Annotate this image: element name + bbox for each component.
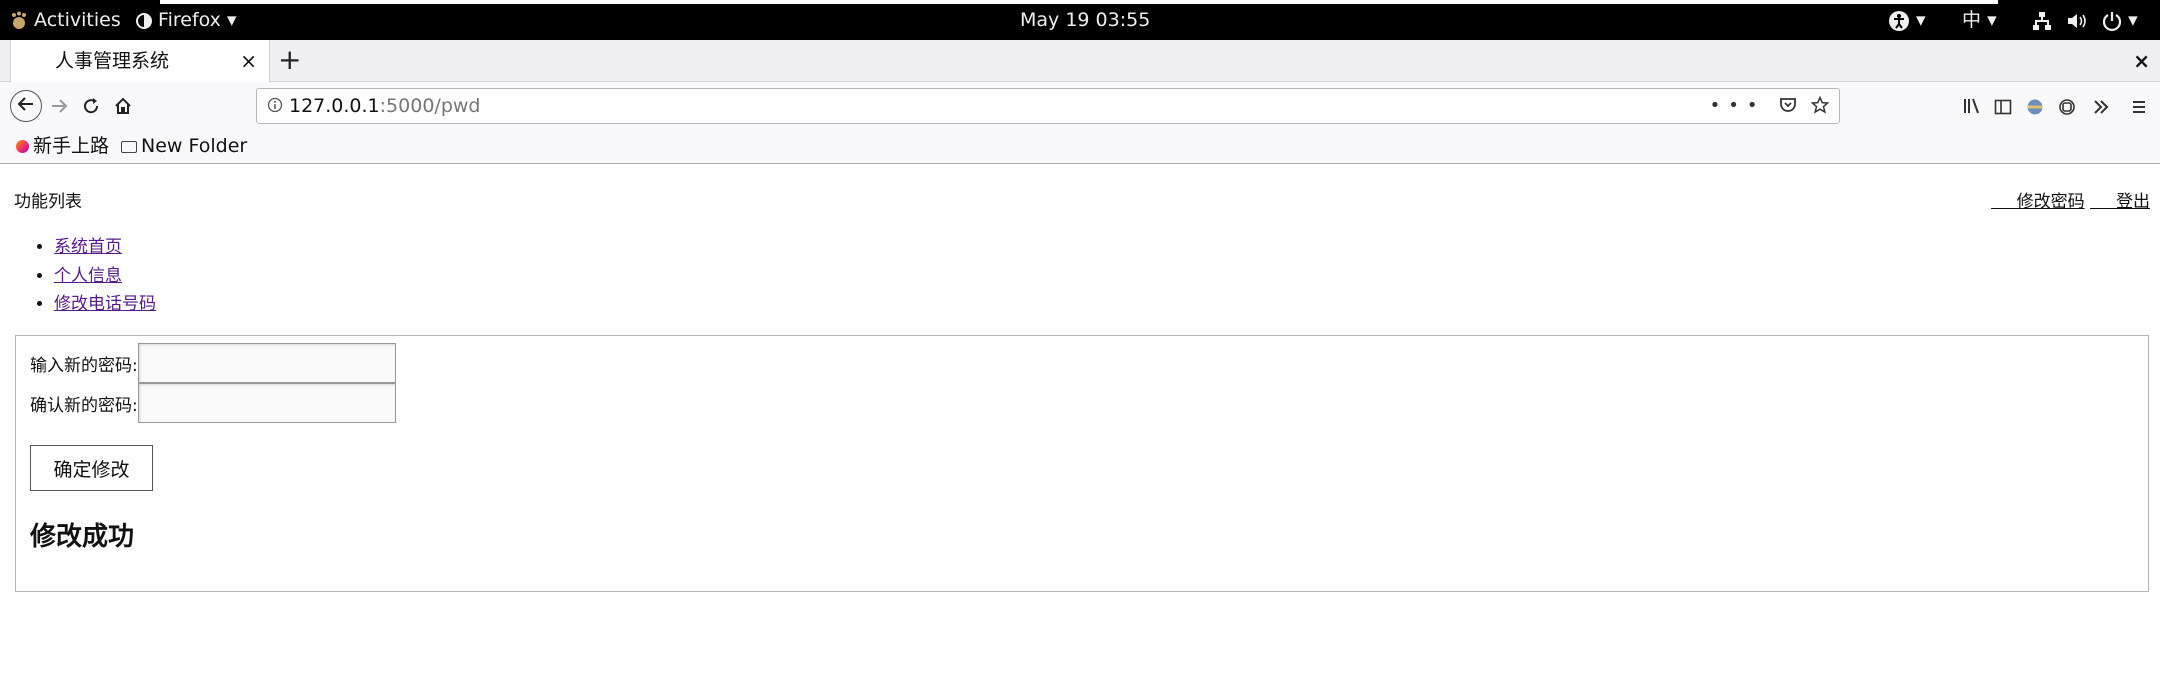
network-icon bbox=[2033, 11, 2051, 30]
link-spacer bbox=[2090, 195, 2116, 209]
bookmark-star-icon[interactable] bbox=[1810, 95, 1830, 114]
new-password-field[interactable] bbox=[137, 343, 396, 383]
activities-button[interactable]: Activities bbox=[10, 0, 121, 40]
confirm-password-row: 确认新的密码: bbox=[30, 383, 396, 423]
page-content: 功能列表 修改密码 登出 系统首页 个人信息 修改电话号码 输入新的密码: 确认… bbox=[0, 165, 2160, 683]
logout-link[interactable]: 登出 bbox=[2116, 192, 2150, 212]
accessibility-menu[interactable]: ▾ bbox=[1888, 0, 1926, 40]
volume-icon bbox=[2068, 13, 2086, 28]
menu-item: 修改电话号码 bbox=[54, 290, 156, 319]
result-message: 修改成功 bbox=[30, 522, 135, 552]
bookmarks-toolbar: 新手上路 New Folder bbox=[0, 130, 2160, 164]
new-password-label: 输入新的密码: bbox=[30, 355, 138, 376]
menu-item: 个人信息 bbox=[54, 262, 156, 291]
url-path: :5000/pwd bbox=[379, 95, 481, 117]
new-password-row: 输入新的密码: bbox=[30, 343, 396, 383]
confirm-password-field[interactable] bbox=[137, 383, 396, 423]
sidebar-icon[interactable] bbox=[1994, 91, 2012, 121]
tab-title: 人事管理系统 bbox=[55, 50, 170, 72]
change-password-link[interactable]: 修改密码 bbox=[2017, 192, 2085, 212]
confirm-password-label: 确认新的密码: bbox=[30, 395, 138, 416]
firefox-app-icon bbox=[136, 12, 152, 29]
function-list-title: 功能列表 bbox=[14, 192, 82, 212]
chevron-down-icon: ▾ bbox=[1987, 9, 1997, 31]
close-tab-icon[interactable]: × bbox=[240, 40, 257, 82]
folder-icon bbox=[121, 141, 137, 153]
function-menu: 系统首页 个人信息 修改电话号码 bbox=[14, 233, 156, 319]
gnome-foot-icon bbox=[12, 11, 26, 29]
overflow-menu-icon[interactable] bbox=[2092, 91, 2110, 121]
app-menu-label: Firefox bbox=[158, 9, 221, 31]
close-window-icon[interactable]: × bbox=[2133, 40, 2150, 82]
menu-link-home[interactable]: 系统首页 bbox=[54, 237, 122, 257]
container-icon[interactable] bbox=[2058, 91, 2076, 121]
confirm-change-button[interactable]: 确定修改 bbox=[30, 445, 153, 491]
url-host: 127.0.0.1 bbox=[289, 95, 380, 117]
browser-tab-bar: 人事管理系统 × + × bbox=[0, 40, 2160, 82]
app-menu[interactable]: Firefox ▾ bbox=[136, 0, 237, 40]
menu-link-change-phone[interactable]: 修改电话号码 bbox=[54, 294, 156, 314]
activities-label: Activities bbox=[34, 9, 121, 31]
input-method-label: 中 bbox=[1962, 9, 1982, 31]
bookmark-new-folder[interactable]: New Folder bbox=[121, 130, 247, 164]
browser-tab-active[interactable]: 人事管理系统 × bbox=[10, 40, 270, 82]
reload-icon[interactable] bbox=[76, 91, 106, 121]
page-actions-icon[interactable]: ••• bbox=[1710, 95, 1766, 116]
menu-link-profile[interactable]: 个人信息 bbox=[54, 266, 122, 286]
system-top-bar: Activities Firefox ▾ May 19 03:55 ▾ 中 ▾ … bbox=[0, 0, 2160, 40]
input-method-menu[interactable]: 中 ▾ bbox=[1962, 0, 1997, 40]
bookmark-label: New Folder bbox=[141, 135, 248, 157]
pocket-icon[interactable] bbox=[1779, 96, 1797, 114]
bookmark-getting-started[interactable]: 新手上路 bbox=[16, 130, 109, 164]
browser-navigation-bar: 127.0.0.1:5000/pwd ••• bbox=[0, 82, 2160, 130]
accessibility-icon bbox=[1889, 10, 1909, 31]
menu-item: 系统首页 bbox=[54, 233, 156, 262]
link-spacer bbox=[1990, 195, 2017, 209]
chevron-down-icon: ▾ bbox=[2128, 9, 2138, 31]
site-info-icon[interactable] bbox=[267, 89, 283, 123]
hamburger-menu-icon[interactable] bbox=[2130, 91, 2148, 121]
new-tab-button[interactable]: + bbox=[278, 40, 301, 82]
chevron-down-icon: ▾ bbox=[226, 9, 237, 31]
clock[interactable]: May 19 03:55 bbox=[1020, 0, 1150, 40]
extension-globe-icon[interactable] bbox=[2026, 91, 2044, 121]
url-bar[interactable]: 127.0.0.1:5000/pwd ••• bbox=[256, 88, 1840, 124]
forward-arrow-icon[interactable] bbox=[44, 91, 74, 121]
back-arrow-icon[interactable] bbox=[10, 90, 42, 122]
bookmark-label: 新手上路 bbox=[33, 135, 110, 157]
library-icon[interactable] bbox=[1962, 91, 1982, 121]
system-status-menu[interactable]: ▾ bbox=[2032, 0, 2138, 40]
power-icon bbox=[2103, 11, 2122, 31]
change-password-panel: 输入新的密码: 确认新的密码: 确定修改 修改成功 bbox=[15, 335, 2149, 592]
header-links: 修改密码 登出 bbox=[1990, 187, 2150, 212]
home-icon[interactable] bbox=[108, 91, 138, 121]
firefox-icon bbox=[16, 140, 29, 153]
chevron-down-icon: ▾ bbox=[1916, 9, 1926, 31]
